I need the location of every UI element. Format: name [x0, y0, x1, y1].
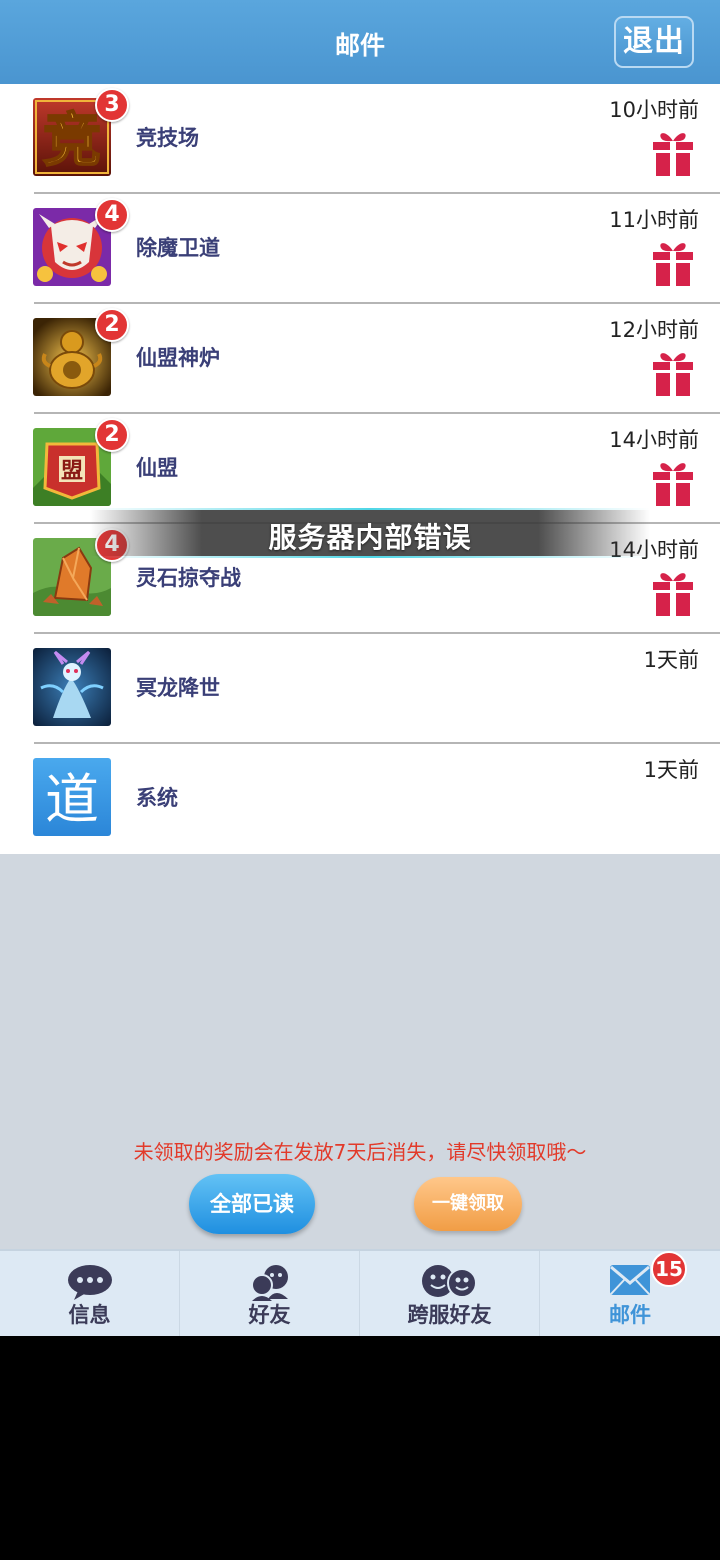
mail-sender: 冥龙降世 — [136, 676, 220, 700]
mail-item-arena[interactable]: 竞 3 竞技场 10小时前 — [0, 84, 720, 194]
mail-time: 11小时前 — [609, 208, 699, 232]
mail-time: 1天前 — [643, 758, 699, 782]
alliance-glyph: 盟 — [61, 459, 83, 484]
unread-badge: 3 — [95, 88, 129, 122]
mail-item-demon-slaying[interactable]: 4 除魔卫道 11小时前 — [0, 194, 720, 304]
mail-item-alliance-furnace[interactable]: 2 仙盟神炉 12小时前 — [0, 304, 720, 414]
chat-bubble-icon — [67, 1265, 112, 1300]
system-glyph: 道 — [45, 768, 99, 831]
mail-sender: 仙盟神炉 — [136, 346, 220, 370]
gift-icon[interactable] — [652, 568, 694, 616]
dao-system-icon: 道 — [33, 758, 111, 836]
gift-icon[interactable] — [652, 458, 694, 506]
mail-sender: 仙盟 — [136, 456, 178, 480]
mail-screen: 邮件 退出 竞 3 竞技场 10小时前 4 除魔卫道 11小时前 2 仙盟神炉 … — [0, 0, 720, 1336]
mail-time: 14小时前 — [609, 428, 699, 452]
expiry-notice: 未领取的奖励会在发放7天后消失，请尽快领取哦～ — [133, 1140, 587, 1164]
gift-icon[interactable] — [652, 348, 694, 396]
tab-label: 信息 — [68, 1303, 111, 1327]
tab-label: 邮件 — [609, 1303, 651, 1327]
claim-all-button[interactable]: 一键领取 — [414, 1177, 522, 1231]
mail-icon — [610, 1265, 650, 1295]
unread-badge: 4 — [95, 198, 129, 232]
mail-sender: 除魔卫道 — [136, 236, 220, 260]
bottom-nav: 信息 好友 跨服好友 邮件 — [0, 1249, 720, 1336]
mail-time: 10小时前 — [609, 98, 699, 122]
cross-server-friends-icon — [421, 1265, 477, 1298]
friends-icon — [250, 1265, 288, 1301]
unread-badge: 2 — [95, 418, 129, 452]
mark-all-read-button[interactable]: 全部已读 — [189, 1174, 315, 1234]
mail-item-nether-dragon[interactable]: 冥龙降世 1天前 — [0, 634, 720, 744]
mail-sender: 系统 — [136, 786, 178, 810]
mail-count-badge: 15 — [651, 1251, 687, 1287]
tab-label: 跨服好友 — [407, 1303, 492, 1327]
tab-mail[interactable]: 邮件 — [540, 1251, 720, 1336]
mail-time: 1天前 — [643, 648, 699, 672]
arena-glyph: 竞 — [43, 106, 101, 174]
header-bar: 邮件 退出 — [0, 0, 720, 84]
error-toast-text: 服务器内部错误 — [268, 521, 472, 554]
gift-icon[interactable] — [652, 128, 694, 176]
tab-friends[interactable]: 好友 — [180, 1251, 360, 1336]
page-title: 邮件 — [334, 31, 385, 60]
dragon-icon — [33, 648, 111, 726]
mail-time: 12小时前 — [609, 318, 699, 342]
mail-sender: 竞技场 — [136, 126, 199, 150]
error-toast: 服务器内部错误 — [90, 508, 650, 558]
tab-cross-server-friends[interactable]: 跨服好友 — [360, 1251, 540, 1336]
mail-item-system[interactable]: 道 系统 1天前 — [0, 744, 720, 854]
tab-messages[interactable]: 信息 — [0, 1251, 180, 1336]
gift-icon[interactable] — [652, 238, 694, 286]
exit-button[interactable]: 退出 — [614, 16, 694, 68]
tab-label: 好友 — [248, 1303, 291, 1327]
mail-sender: 灵石掠夺战 — [136, 566, 241, 590]
unread-badge: 2 — [95, 308, 129, 342]
mail-list: 竞 3 竞技场 10小时前 4 除魔卫道 11小时前 2 仙盟神炉 12小时前 … — [0, 84, 720, 854]
